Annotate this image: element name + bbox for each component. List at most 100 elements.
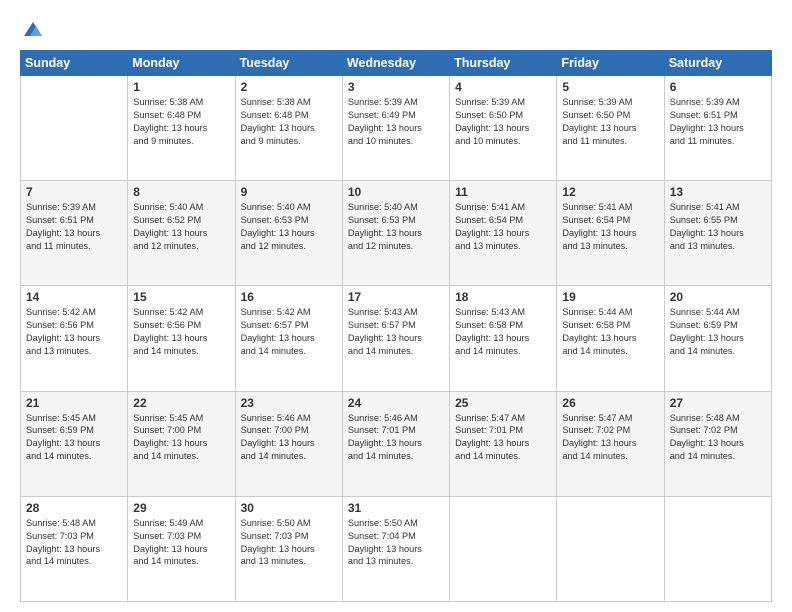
day-info: Sunrise: 5:46 AM Sunset: 7:01 PM Dayligh… <box>348 412 444 464</box>
calendar-cell: 29 Sunrise: 5:49 AM Sunset: 7:03 PM Dayli… <box>128 496 235 601</box>
day-header-friday: Friday <box>557 51 664 76</box>
day-number: 26 <box>562 396 658 410</box>
calendar-cell: 23 Sunrise: 5:46 AM Sunset: 7:00 PM Dayli… <box>235 391 342 496</box>
calendar-cell: 14 Sunrise: 5:42 AM Sunset: 6:56 PM Dayli… <box>21 286 128 391</box>
day-header-wednesday: Wednesday <box>342 51 449 76</box>
day-number: 3 <box>348 80 444 94</box>
day-header-thursday: Thursday <box>450 51 557 76</box>
day-number: 19 <box>562 290 658 304</box>
day-number: 25 <box>455 396 551 410</box>
day-number: 17 <box>348 290 444 304</box>
calendar-cell <box>664 496 771 601</box>
calendar-cell: 19Sunrise: 5:44 AM Sunset: 6:58 PM Dayli… <box>557 286 664 391</box>
day-header-sunday: Sunday <box>21 51 128 76</box>
day-info: Sunrise: 5:40 AM Sunset: 6:53 PM Dayligh… <box>241 201 337 253</box>
calendar-cell: 20 Sunrise: 5:44 AM Sunset: 6:59 PM Dayli… <box>664 286 771 391</box>
day-number: 9 <box>241 185 337 199</box>
day-info: Sunrise: 5:40 AM Sunset: 6:53 PM Dayligh… <box>348 201 444 253</box>
day-info: Sunrise: 5:39 AM Sunset: 6:50 PM Dayligh… <box>455 96 551 148</box>
calendar-week-row: 1Sunrise: 5:38 AM Sunset: 6:48 PM Daylig… <box>21 76 772 181</box>
calendar-cell: 27Sunrise: 5:48 AM Sunset: 7:02 PM Dayli… <box>664 391 771 496</box>
day-info: Sunrise: 5:50 AM Sunset: 7:03 PM Dayligh… <box>241 517 337 569</box>
day-number: 24 <box>348 396 444 410</box>
day-info: Sunrise: 5:43 AM Sunset: 6:57 PM Dayligh… <box>348 306 444 358</box>
calendar-cell: 8Sunrise: 5:40 AM Sunset: 6:52 PM Daylig… <box>128 181 235 286</box>
calendar-cell: 21 Sunrise: 5:45 AM Sunset: 6:59 PM Dayli… <box>21 391 128 496</box>
day-number: 31 <box>348 501 444 515</box>
calendar-cell: 17 Sunrise: 5:43 AM Sunset: 6:57 PM Dayli… <box>342 286 449 391</box>
calendar-cell: 9 Sunrise: 5:40 AM Sunset: 6:53 PM Daylig… <box>235 181 342 286</box>
calendar-week-row: 14 Sunrise: 5:42 AM Sunset: 6:56 PM Dayli… <box>21 286 772 391</box>
calendar-table: SundayMondayTuesdayWednesdayThursdayFrid… <box>20 50 772 602</box>
calendar-cell <box>21 76 128 181</box>
day-number: 13 <box>670 185 766 199</box>
day-info: Sunrise: 5:39 AM Sunset: 6:51 PM Dayligh… <box>670 96 766 148</box>
day-info: Sunrise: 5:40 AM Sunset: 6:52 PM Dayligh… <box>133 201 229 253</box>
calendar-cell: 1Sunrise: 5:38 AM Sunset: 6:48 PM Daylig… <box>128 76 235 181</box>
calendar-cell: 24 Sunrise: 5:46 AM Sunset: 7:01 PM Dayli… <box>342 391 449 496</box>
calendar-cell: 11 Sunrise: 5:41 AM Sunset: 6:54 PM Dayli… <box>450 181 557 286</box>
calendar-cell: 30 Sunrise: 5:50 AM Sunset: 7:03 PM Dayli… <box>235 496 342 601</box>
calendar-cell: 2 Sunrise: 5:38 AM Sunset: 6:48 PM Daylig… <box>235 76 342 181</box>
day-number: 21 <box>26 396 122 410</box>
day-info: Sunrise: 5:41 AM Sunset: 6:55 PM Dayligh… <box>670 201 766 253</box>
day-number: 28 <box>26 501 122 515</box>
calendar-cell <box>557 496 664 601</box>
day-header-saturday: Saturday <box>664 51 771 76</box>
day-info: Sunrise: 5:49 AM Sunset: 7:03 PM Dayligh… <box>133 517 229 569</box>
calendar-cell: 7Sunrise: 5:39 AM Sunset: 6:51 PM Daylig… <box>21 181 128 286</box>
logo-icon <box>22 18 44 40</box>
calendar-cell: 15 Sunrise: 5:42 AM Sunset: 6:56 PM Dayli… <box>128 286 235 391</box>
calendar-cell: 26 Sunrise: 5:47 AM Sunset: 7:02 PM Dayli… <box>557 391 664 496</box>
day-info: Sunrise: 5:47 AM Sunset: 7:02 PM Dayligh… <box>562 412 658 464</box>
day-number: 14 <box>26 290 122 304</box>
header <box>20 18 772 40</box>
calendar-cell <box>450 496 557 601</box>
day-number: 23 <box>241 396 337 410</box>
day-info: Sunrise: 5:39 AM Sunset: 6:49 PM Dayligh… <box>348 96 444 148</box>
calendar-cell: 18 Sunrise: 5:43 AM Sunset: 6:58 PM Dayli… <box>450 286 557 391</box>
day-number: 11 <box>455 185 551 199</box>
day-number: 30 <box>241 501 337 515</box>
day-number: 22 <box>133 396 229 410</box>
calendar-cell: 6 Sunrise: 5:39 AM Sunset: 6:51 PM Daylig… <box>664 76 771 181</box>
day-info: Sunrise: 5:44 AM Sunset: 6:59 PM Dayligh… <box>670 306 766 358</box>
calendar-cell: 16Sunrise: 5:42 AM Sunset: 6:57 PM Dayli… <box>235 286 342 391</box>
calendar-cell: 28 Sunrise: 5:48 AM Sunset: 7:03 PM Dayli… <box>21 496 128 601</box>
calendar-cell: 5Sunrise: 5:39 AM Sunset: 6:50 PM Daylig… <box>557 76 664 181</box>
day-info: Sunrise: 5:42 AM Sunset: 6:56 PM Dayligh… <box>133 306 229 358</box>
day-info: Sunrise: 5:38 AM Sunset: 6:48 PM Dayligh… <box>133 96 229 148</box>
day-number: 29 <box>133 501 229 515</box>
day-number: 2 <box>241 80 337 94</box>
calendar-cell: 25Sunrise: 5:47 AM Sunset: 7:01 PM Dayli… <box>450 391 557 496</box>
calendar-cell: 10 Sunrise: 5:40 AM Sunset: 6:53 PM Dayli… <box>342 181 449 286</box>
day-info: Sunrise: 5:46 AM Sunset: 7:00 PM Dayligh… <box>241 412 337 464</box>
calendar-cell: 31 Sunrise: 5:50 AM Sunset: 7:04 PM Dayli… <box>342 496 449 601</box>
day-info: Sunrise: 5:42 AM Sunset: 6:56 PM Dayligh… <box>26 306 122 358</box>
day-info: Sunrise: 5:41 AM Sunset: 6:54 PM Dayligh… <box>455 201 551 253</box>
day-info: Sunrise: 5:45 AM Sunset: 6:59 PM Dayligh… <box>26 412 122 464</box>
day-header-tuesday: Tuesday <box>235 51 342 76</box>
day-number: 18 <box>455 290 551 304</box>
day-number: 15 <box>133 290 229 304</box>
day-number: 16 <box>241 290 337 304</box>
day-info: Sunrise: 5:38 AM Sunset: 6:48 PM Dayligh… <box>241 96 337 148</box>
calendar-cell: 12Sunrise: 5:41 AM Sunset: 6:54 PM Dayli… <box>557 181 664 286</box>
day-number: 10 <box>348 185 444 199</box>
day-number: 27 <box>670 396 766 410</box>
calendar-week-row: 21 Sunrise: 5:45 AM Sunset: 6:59 PM Dayli… <box>21 391 772 496</box>
day-header-monday: Monday <box>128 51 235 76</box>
day-info: Sunrise: 5:39 AM Sunset: 6:50 PM Dayligh… <box>562 96 658 148</box>
calendar-header-row: SundayMondayTuesdayWednesdayThursdayFrid… <box>21 51 772 76</box>
calendar-cell: 22Sunrise: 5:45 AM Sunset: 7:00 PM Dayli… <box>128 391 235 496</box>
day-info: Sunrise: 5:48 AM Sunset: 7:03 PM Dayligh… <box>26 517 122 569</box>
day-info: Sunrise: 5:43 AM Sunset: 6:58 PM Dayligh… <box>455 306 551 358</box>
calendar-week-row: 7Sunrise: 5:39 AM Sunset: 6:51 PM Daylig… <box>21 181 772 286</box>
calendar-cell: 3 Sunrise: 5:39 AM Sunset: 6:49 PM Daylig… <box>342 76 449 181</box>
day-number: 20 <box>670 290 766 304</box>
day-number: 12 <box>562 185 658 199</box>
day-number: 7 <box>26 185 122 199</box>
page: SundayMondayTuesdayWednesdayThursdayFrid… <box>0 0 792 612</box>
day-number: 6 <box>670 80 766 94</box>
day-info: Sunrise: 5:50 AM Sunset: 7:04 PM Dayligh… <box>348 517 444 569</box>
